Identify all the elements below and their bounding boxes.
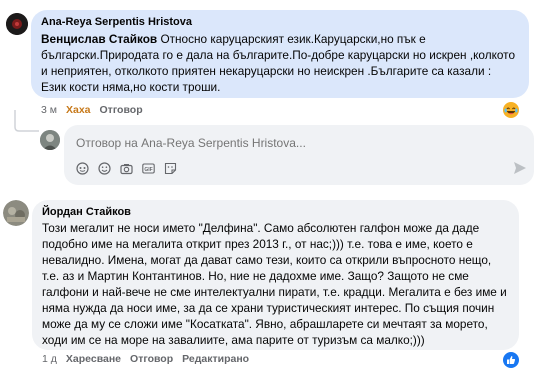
svg-text:GIF: GIF [144,167,152,173]
comment-bubble-yordan: Йордан Стайков Този мегалит не носи имет… [32,200,519,350]
avatar-image [6,13,28,35]
comment-time[interactable]: 1 д [42,353,57,365]
avatar-yordan[interactable] [3,200,29,226]
reply-input-box[interactable]: GIF [64,125,534,185]
comment-actions: 3 м Хаха Отговор [41,104,143,116]
edited-label: Редактирано [182,353,250,365]
avatar-sticker-icon[interactable] [76,162,89,175]
reaction-label-haha[interactable]: Хаха [66,104,91,116]
sticker-icon[interactable] [164,162,177,175]
avatar-ana-reya[interactable] [6,13,28,35]
send-icon[interactable] [513,161,527,175]
current-user-avatar[interactable] [40,130,60,150]
camera-icon[interactable] [120,162,133,175]
emoji-icon[interactable] [98,162,111,175]
laughing-emoji-icon[interactable] [503,102,519,118]
reply-link[interactable]: Отговор [100,104,143,116]
comment-author[interactable]: Йордан Стайков [42,206,509,218]
like-thumb-icon[interactable] [503,352,519,368]
gif-icon[interactable]: GIF [142,162,155,175]
comment-text: Венцислав Стайков Относно каруцарският е… [41,31,519,95]
comment-body: Този мегалит не носи името "Делфина". Са… [42,221,507,347]
reply-toolbar: GIF [76,162,177,175]
reply-input[interactable] [74,133,518,153]
like-link[interactable]: Харесване [66,353,121,365]
mentioned-user[interactable]: Венцислав Стайков [41,32,157,46]
comment-author[interactable]: Ana-Reya Serpentis Hristova [41,16,519,28]
comment-bubble-ana-reya: Ana-Reya Serpentis Hristova Венцислав Ст… [31,10,529,98]
comment-actions: 1 д Харесване Отговор Редактирано [42,353,249,365]
reply-link[interactable]: Отговор [130,353,173,365]
